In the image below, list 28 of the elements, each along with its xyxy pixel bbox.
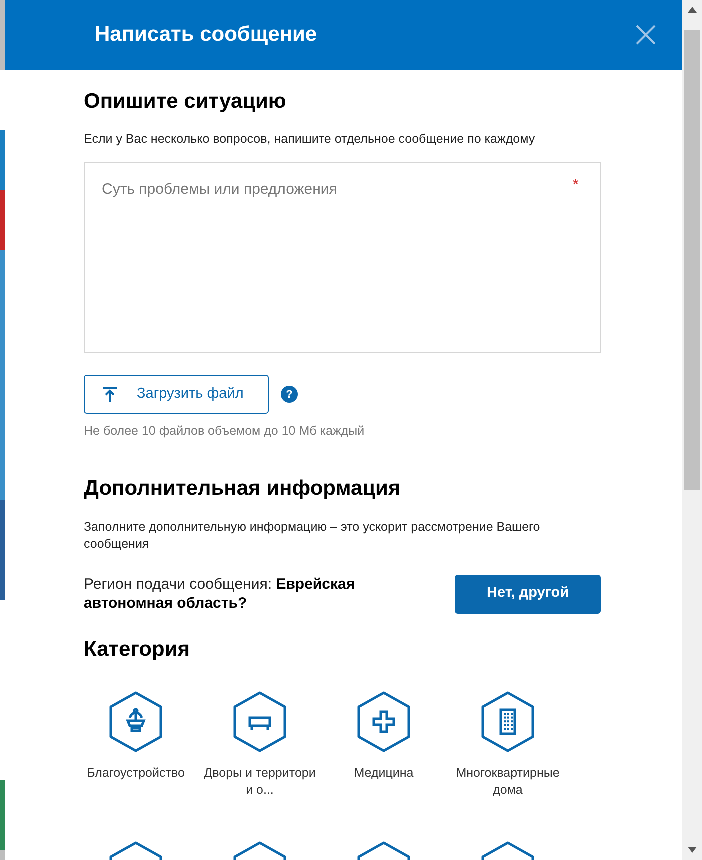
region-question: Регион подачи сообщения: Еврейская автономная область? [84,575,356,613]
hint-text: Если у Вас несколько вопросов, напишите отдельное сообщение по каждому [84,130,536,148]
required-mark: * [572,176,579,196]
section-heading: Дополнительная информация [84,476,402,502]
other-region-button[interactable]: Нет, другой [455,574,601,614]
dialog-title: Написать сообщение [95,22,318,48]
category-label: Дворы и территории о... [204,765,316,799]
category-item[interactable]: Дворы и территории о... [198,691,322,811]
bench-icon [232,691,288,753]
category-label: Медицина [353,765,415,782]
section-heading: Категория [84,636,192,662]
category-item[interactable]: Благоустройство [74,691,198,811]
building-icon [480,691,536,753]
help-icon[interactable]: ? [281,386,298,404]
category-label: Благоустройство [86,765,186,782]
scrollbar-thumb[interactable] [684,30,700,490]
plus-icon [356,691,412,753]
upload-icon [103,386,117,403]
fountain-icon [108,691,164,753]
scrollbar[interactable] [682,0,702,860]
category-item[interactable]: Многоквартирные дома [446,691,570,811]
hint-text: Заполните дополнительную информацию – это ускорит рассмотрение Вашего сообщения [84,518,542,552]
close-button[interactable] [634,23,658,47]
category-label: Многоквартирные дома [455,765,561,799]
upload-button[interactable]: Загрузить файл [84,375,269,414]
upload-note: Не более 10 файлов объемом до 10 Мб каждый [84,423,366,440]
section-heading: Опишите ситуацию [84,89,288,115]
category-item[interactable]: Медицина [322,691,446,811]
